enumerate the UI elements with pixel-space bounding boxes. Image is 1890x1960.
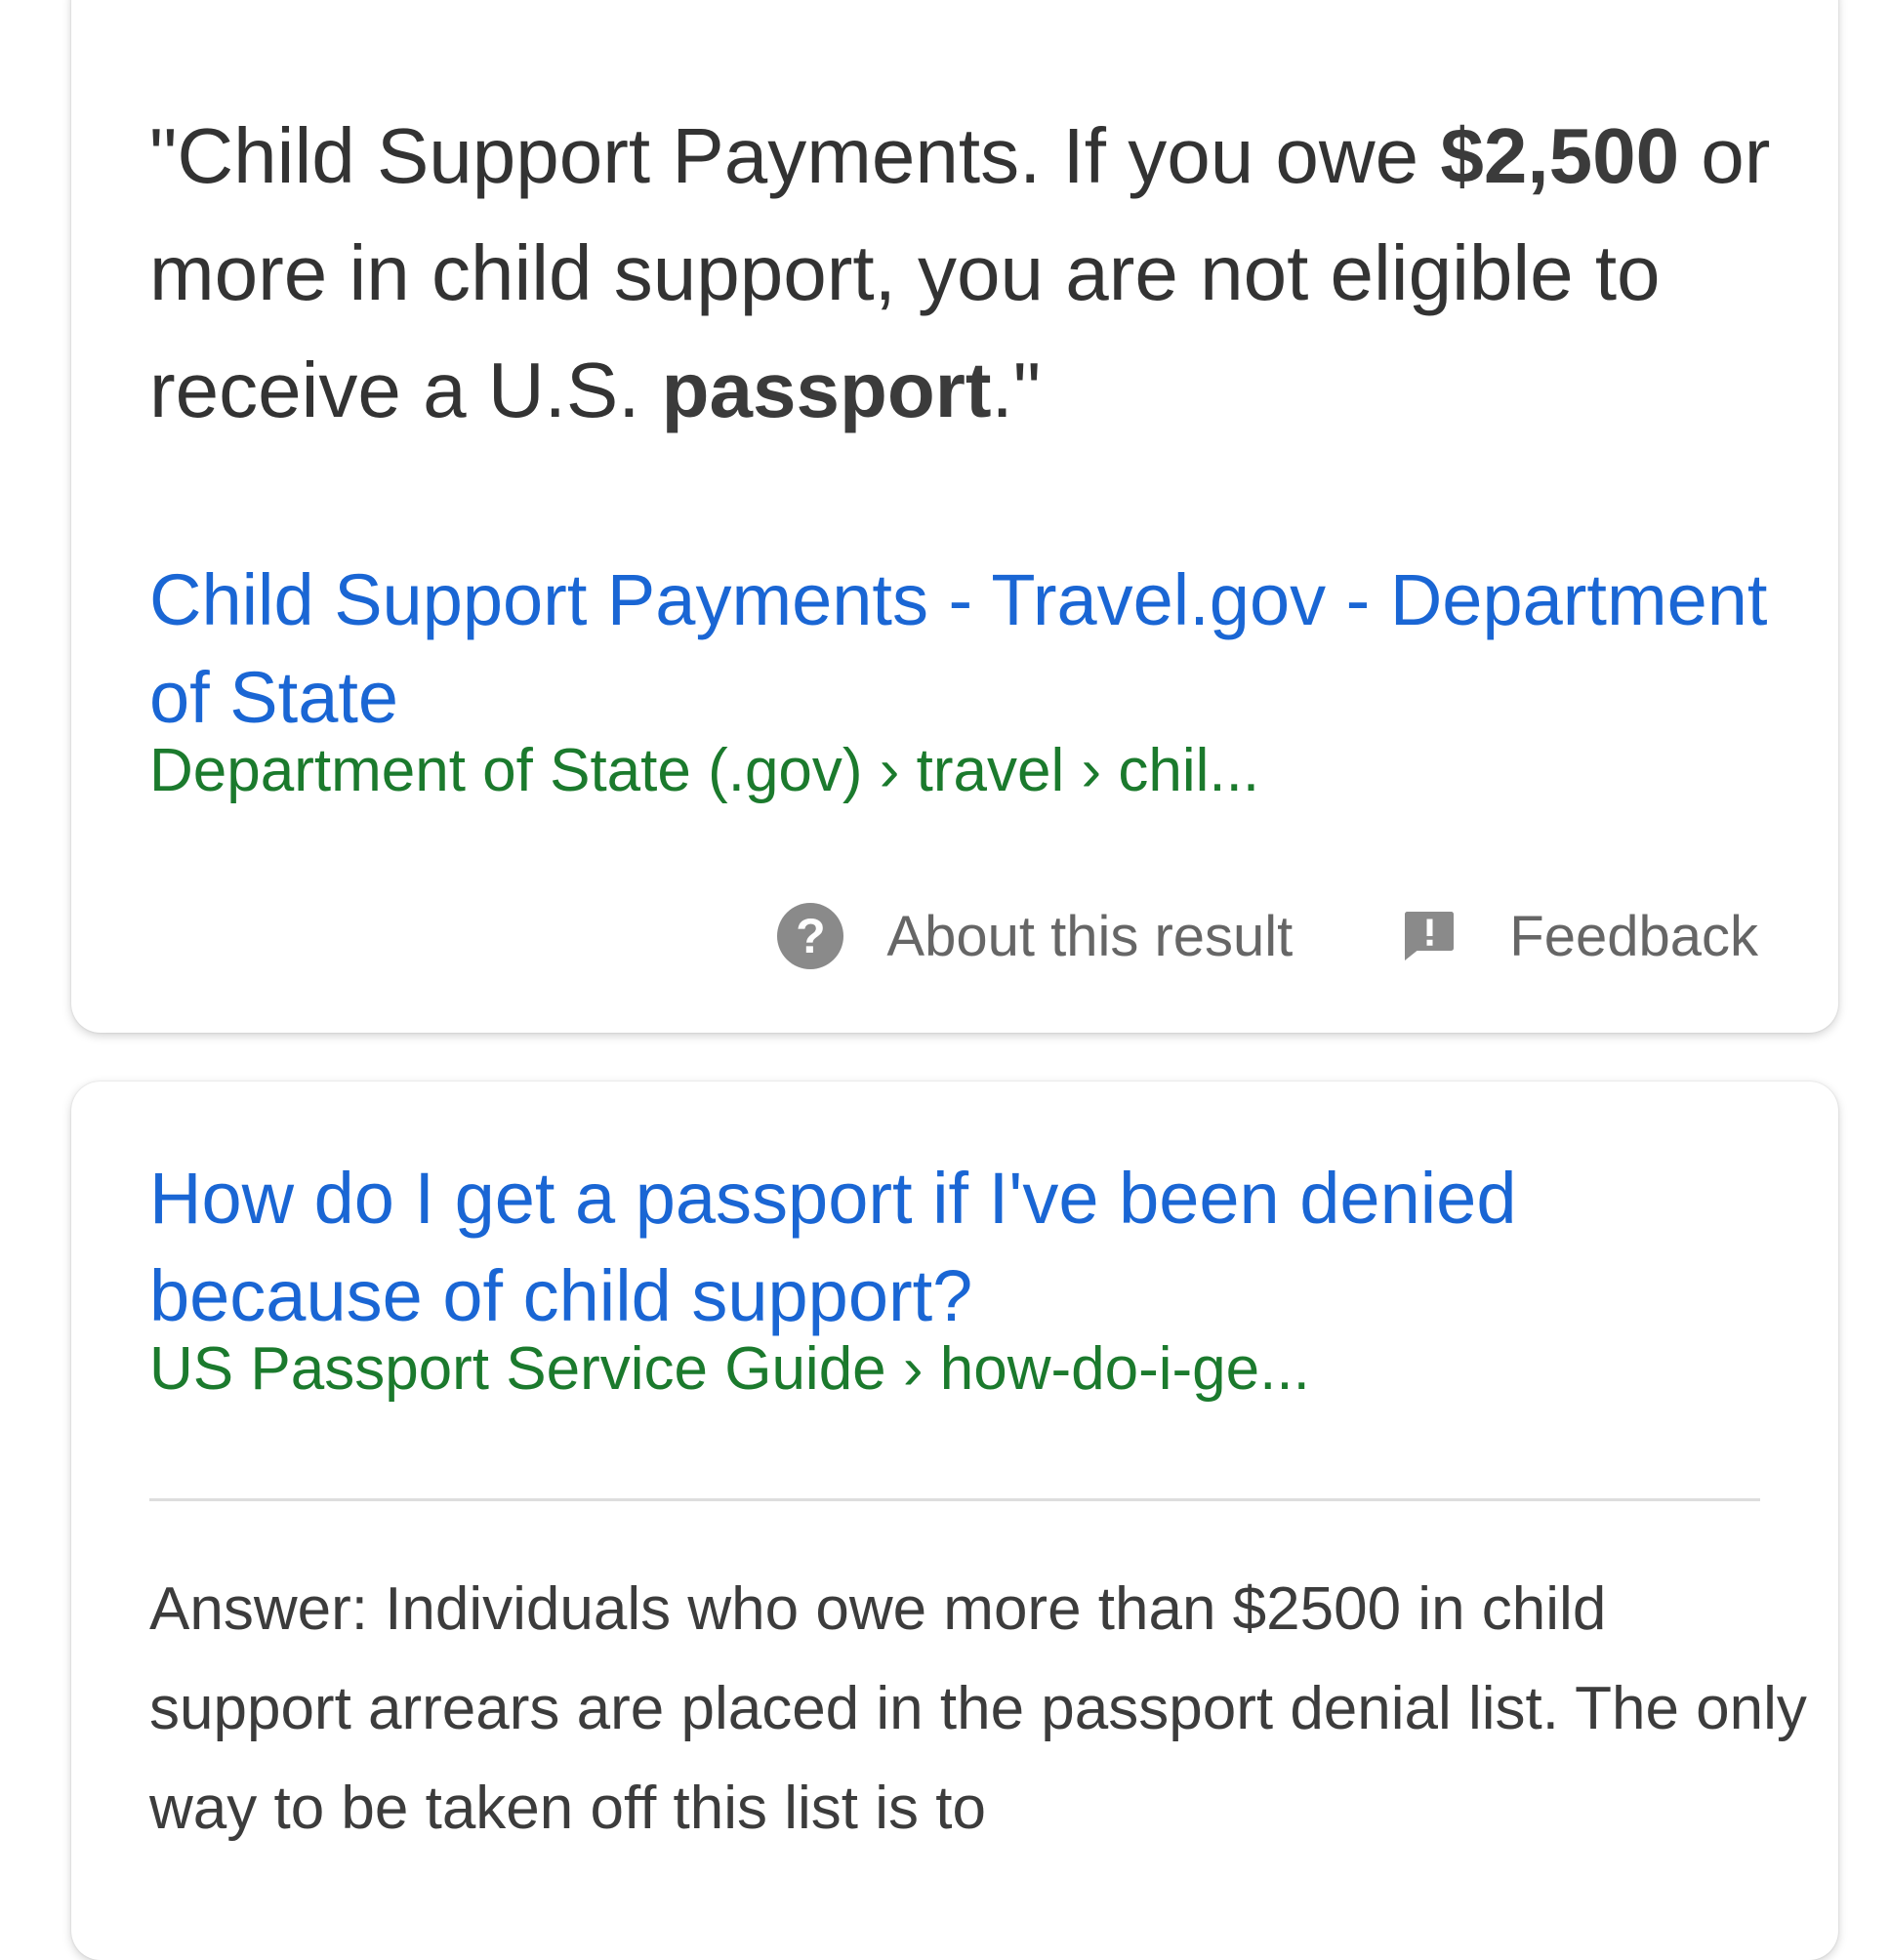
snippet-source-breadcrumb[interactable]: Department of State (.gov) › travel › ch… bbox=[149, 732, 1799, 810]
quote-close: " bbox=[1012, 347, 1042, 433]
help-circle-icon: ? bbox=[777, 903, 844, 969]
snippet-highlight-amount: $2,500 bbox=[1440, 112, 1680, 199]
quote-open: " bbox=[149, 112, 178, 199]
about-this-result-label: About this result bbox=[886, 904, 1294, 968]
feedback-icon bbox=[1405, 912, 1455, 960]
snippet-footer: ? About this result Feedback bbox=[777, 903, 1758, 969]
snippet-text-part: . bbox=[991, 347, 1013, 433]
divider bbox=[149, 1498, 1760, 1501]
answer-text: Answer: Individuals who owe more than $2… bbox=[149, 1575, 1807, 1842]
featured-snippet-card: "Child Support Payments. If you owe $2,5… bbox=[71, 0, 1838, 1033]
snippet-text: "Child Support Payments. If you owe $2,5… bbox=[149, 98, 1809, 449]
result-breadcrumb[interactable]: US Passport Service Guide › how-do-i-ge.… bbox=[149, 1330, 1799, 1409]
search-result-card: How do I get a passport if I've been den… bbox=[71, 1082, 1838, 1960]
snippet-text-part: Child Support Payments. If you owe bbox=[177, 112, 1441, 199]
snippet-source-title-link[interactable]: Child Support Payments - Travel.gov - De… bbox=[149, 551, 1799, 747]
about-this-result-button[interactable]: ? About this result bbox=[777, 903, 1293, 969]
feedback-button[interactable]: Feedback bbox=[1400, 904, 1758, 969]
result-title-link[interactable]: How do I get a passport if I've been den… bbox=[149, 1150, 1799, 1345]
snippet-highlight-keyword: passport bbox=[661, 347, 992, 433]
feedback-label: Feedback bbox=[1509, 904, 1758, 968]
